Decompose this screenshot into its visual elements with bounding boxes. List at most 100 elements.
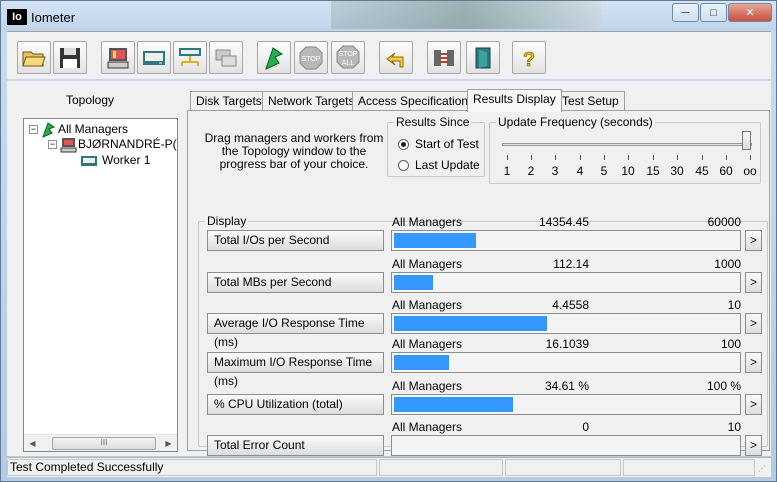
- reset-workers-button[interactable]: [379, 41, 413, 74]
- tree-item-worker[interactable]: Worker 1: [80, 152, 150, 168]
- start-tests-button[interactable]: [257, 41, 291, 74]
- metric-max: 10: [727, 298, 741, 312]
- start-network-worker-button[interactable]: [173, 41, 207, 74]
- metric-detail-button[interactable]: >: [745, 313, 762, 334]
- status-pane: [505, 459, 621, 476]
- metric-detail-button[interactable]: >: [745, 230, 762, 251]
- slider-tick-label: 15: [646, 164, 660, 178]
- slider-tick-label: 5: [600, 164, 608, 178]
- results-display-page: Drag managers and workers from the Topol…: [187, 110, 770, 456]
- tab-network-targets[interactable]: Network Targets: [262, 91, 361, 111]
- update-frequency-title: Update Frequency (seconds): [496, 115, 655, 129]
- exit-door-icon: [475, 47, 491, 68]
- computer-icon: [60, 137, 77, 153]
- metric-detail-button[interactable]: >: [745, 435, 762, 456]
- tree-label-worker: Worker 1: [102, 153, 151, 167]
- green-flag-icon: [42, 122, 56, 138]
- stop-button[interactable]: STOP: [294, 41, 328, 74]
- slider-tick-label: oo: [743, 164, 757, 178]
- results-since-group: Results Since Start of Test Last Update: [387, 115, 485, 177]
- status-bar: Test Completed Successfully ⋰: [7, 457, 771, 477]
- slider-tick-label: 30: [670, 164, 684, 178]
- scroll-left-icon[interactable]: ◀: [24, 435, 41, 452]
- disk-worker-icon: [81, 155, 97, 166]
- disk-worker-icon: [143, 50, 165, 65]
- metric-select-button[interactable]: Total Error Count: [207, 435, 384, 456]
- metric-value: 112.14: [553, 257, 589, 271]
- topology-title: Topology: [65, 93, 115, 107]
- scroll-right-icon[interactable]: ▶: [160, 435, 177, 452]
- duplicate-worker-button[interactable]: [209, 41, 243, 74]
- display-title: Display: [205, 214, 249, 228]
- slider-tick: [580, 155, 581, 160]
- save-button[interactable]: [53, 41, 87, 74]
- help-icon: ?: [523, 48, 536, 70]
- disconnect-icon: [434, 49, 454, 66]
- display-group: Display All Managers 14354.45 60000 Total I…: [198, 214, 768, 456]
- metric-value: 16.1039: [545, 337, 589, 351]
- metric-value: 4.4558: [552, 298, 589, 312]
- status-pane: [623, 459, 755, 476]
- metric-select-button[interactable]: Maximum I/O Response Time (ms): [207, 352, 384, 388]
- folder-open-icon: [22, 51, 46, 66]
- tree-item-all-managers[interactable]: All Managers: [40, 121, 129, 138]
- metric-detail-button[interactable]: >: [745, 352, 762, 373]
- metric-value: 14354.45: [538, 215, 589, 229]
- close-button[interactable]: ✕: [728, 3, 772, 22]
- tree-label-all-managers: All Managers: [58, 122, 129, 136]
- tab-results-display[interactable]: Results Display: [467, 89, 562, 112]
- window-title: Iometer: [31, 10, 76, 25]
- help-button[interactable]: ?: [512, 41, 546, 74]
- stop-all-button[interactable]: STOP ALL: [331, 41, 365, 74]
- minimize-button[interactable]: ─: [672, 3, 699, 22]
- scroll-thumb[interactable]: III: [52, 437, 156, 450]
- resize-grip-icon[interactable]: ⋰: [758, 464, 770, 476]
- tree-item-manager[interactable]: BJØRNANDRÉ-P(: [60, 136, 177, 153]
- disconnect-button[interactable]: [427, 41, 461, 74]
- metric-select-button[interactable]: Average I/O Response Time (ms): [207, 313, 384, 349]
- slider-tick: [726, 155, 727, 160]
- maximize-button[interactable]: □: [700, 3, 727, 22]
- duplicate-icon: [215, 49, 237, 66]
- iometer-logo-icon: Io: [7, 9, 27, 25]
- tab-access-specifications[interactable]: Access Specifications: [352, 91, 481, 111]
- collapse-icon[interactable]: −: [48, 140, 57, 149]
- metric-max: 100: [720, 337, 741, 351]
- metric-max: 1000: [714, 257, 741, 271]
- metric-select-button[interactable]: Total I/Os per Second: [207, 230, 384, 251]
- svg-text:ALL: ALL: [342, 60, 355, 67]
- tab-disk-targets[interactable]: Disk Targets: [190, 91, 268, 111]
- radio-checked-icon: [398, 138, 409, 150]
- svg-text:STOP: STOP: [339, 51, 358, 58]
- svg-text:STOP: STOP: [302, 56, 321, 63]
- toolbar: STOP STOP ALL ?: [7, 31, 771, 79]
- radio-unchecked-icon: [398, 159, 409, 171]
- tab-test-setup[interactable]: Test Setup: [556, 91, 625, 111]
- slider-tick-label: 2: [527, 164, 535, 178]
- metric-select-button[interactable]: % CPU Utilization (total): [207, 394, 384, 415]
- metric-progress-bar: [391, 313, 741, 334]
- slider-tick: [653, 155, 654, 160]
- metric-max: 60000: [707, 215, 741, 229]
- metric-bar-fill: [394, 275, 433, 290]
- start-new-manager-button[interactable]: [101, 41, 135, 74]
- radio-last-update[interactable]: Last Update: [398, 158, 480, 172]
- metric-detail-button[interactable]: >: [745, 394, 762, 415]
- slider-tick: [702, 155, 703, 160]
- horizontal-scrollbar[interactable]: ◀ III ▶: [24, 434, 177, 451]
- exit-button[interactable]: [466, 41, 500, 74]
- slider-tick-label: 10: [621, 164, 635, 178]
- start-disk-worker-button[interactable]: [137, 41, 171, 74]
- metric-bar-fill: [394, 355, 449, 370]
- metric-select-button[interactable]: Total MBs per Second: [207, 272, 384, 293]
- stop-all-icon: STOP ALL: [336, 45, 360, 68]
- metric-detail-button[interactable]: >: [745, 272, 762, 293]
- topology-tree[interactable]: − All Managers − BJØRNANDRÉ-P( Worker 1 …: [23, 118, 178, 452]
- open-button[interactable]: [17, 41, 51, 74]
- update-frequency-slider[interactable]: [502, 143, 752, 146]
- radio-start-of-test[interactable]: Start of Test: [398, 137, 479, 151]
- slider-thumb[interactable]: [742, 131, 751, 150]
- title-bar[interactable]: Io Iometer ─ □ ✕: [1, 1, 776, 31]
- slider-tick: [507, 155, 508, 160]
- collapse-icon[interactable]: −: [29, 125, 38, 134]
